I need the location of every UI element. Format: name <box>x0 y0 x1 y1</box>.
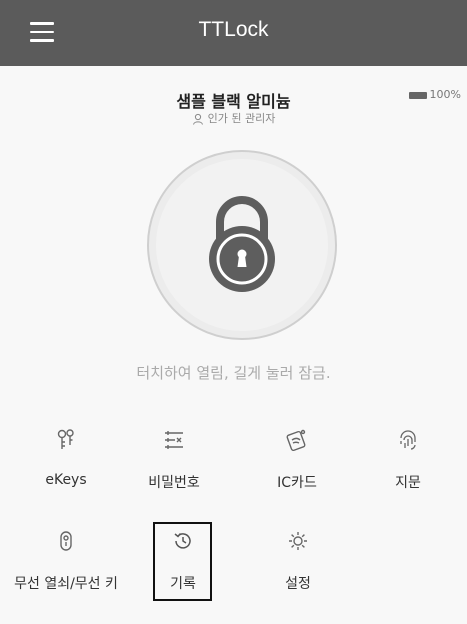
wireless-key-label: 무선 열쇠/무선 키 <box>14 576 118 592</box>
user-role: 인가 된 관리자 <box>0 110 467 126</box>
ic-card-button[interactable]: IC카드 <box>242 428 352 492</box>
ekeys-button[interactable]: eKeys <box>11 428 121 488</box>
person-icon <box>192 113 203 125</box>
settings-label: 설정 <box>285 576 311 592</box>
ekeys-icon <box>57 429 74 449</box>
app-title: TTLock <box>198 18 269 41</box>
ic-card-label: IC카드 <box>277 475 317 491</box>
app-bar: TTLock <box>0 0 467 66</box>
unlock-hint: 터치하여 열림, 길게 눌러 잠금. <box>136 364 331 382</box>
fingerprint-button[interactable]: 지문 <box>353 428 463 492</box>
settings-icon <box>289 532 307 550</box>
role-label: 인가 된 관리자 <box>207 112 276 125</box>
wireless-key-button[interactable]: 무선 열쇠/무선 키 <box>11 529 121 593</box>
ic-card-icon <box>286 429 306 452</box>
unlock-button[interactable] <box>147 150 337 340</box>
fingerprint-icon <box>400 430 416 450</box>
battery-status: 100% <box>408 88 461 101</box>
passcode-button[interactable]: 비밀번호 <box>119 428 229 492</box>
passcode-label: 비밀번호 <box>148 475 200 491</box>
wireless-key-icon <box>60 531 72 551</box>
battery-icon <box>408 91 427 99</box>
passcode-icon <box>165 431 183 449</box>
settings-button[interactable]: 설정 <box>243 529 353 593</box>
padlock-icon <box>209 196 275 292</box>
ekeys-label: eKeys <box>45 472 87 488</box>
lock-name: 샘플 블랙 알미늄 <box>176 92 291 111</box>
fingerprint-label: 지문 <box>395 475 421 491</box>
selection-highlight <box>153 522 212 601</box>
battery-level: 100% <box>429 88 461 101</box>
